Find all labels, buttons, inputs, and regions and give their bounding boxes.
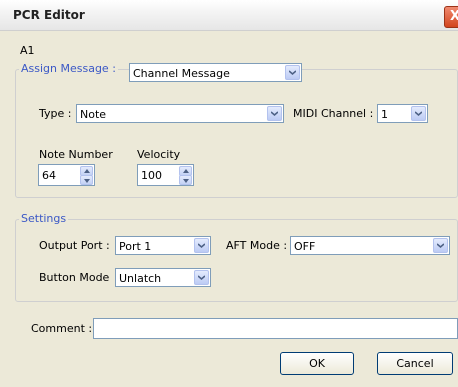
midi-channel-label: MIDI Channel :	[293, 107, 374, 120]
item-name: A1	[20, 44, 35, 57]
assign-message-value: Channel Message	[133, 67, 230, 80]
chevron-down-icon[interactable]	[433, 238, 448, 253]
settings-group	[15, 219, 458, 302]
button-mode-select[interactable]: Unlatch	[115, 268, 211, 287]
midi-channel-value: 1	[381, 108, 388, 121]
ok-button[interactable]: OK	[280, 352, 354, 375]
velocity-value: 100	[141, 169, 162, 182]
type-select[interactable]: Note	[76, 104, 284, 123]
aft-mode-value: OFF	[294, 240, 316, 253]
chevron-down-icon[interactable]	[411, 106, 426, 121]
spin-down-icon[interactable]	[179, 175, 192, 185]
output-port-label: Output Port :	[39, 239, 110, 252]
chevron-down-icon[interactable]	[194, 238, 209, 253]
button-mode-value: Unlatch	[119, 272, 162, 285]
midi-channel-select[interactable]: 1	[377, 104, 428, 123]
spin-down-icon[interactable]	[80, 175, 93, 185]
type-value: Note	[80, 108, 107, 121]
ok-button-label: OK	[309, 357, 325, 370]
settings-legend: Settings	[19, 212, 69, 225]
cancel-button[interactable]: Cancel	[377, 352, 453, 375]
aft-mode-select[interactable]: OFF	[290, 236, 450, 255]
close-glyph: X	[449, 9, 458, 24]
close-icon[interactable]: X	[444, 6, 458, 28]
chevron-down-icon[interactable]	[194, 270, 209, 285]
title-bar: PCR Editor X	[0, 0, 458, 31]
comment-input[interactable]	[93, 318, 458, 339]
chevron-down-icon[interactable]	[267, 106, 282, 121]
comment-label: Comment :	[31, 322, 93, 335]
cancel-button-label: Cancel	[396, 357, 434, 370]
button-mode-label: Button Mode	[39, 271, 110, 284]
output-port-select[interactable]: Port 1	[115, 236, 211, 255]
chevron-down-icon[interactable]	[285, 65, 300, 80]
aft-mode-label: AFT Mode :	[226, 239, 288, 252]
note-number-input[interactable]: 64	[38, 164, 95, 186]
assign-message-label: Assign Message :	[19, 62, 118, 75]
window-title: PCR Editor	[13, 8, 85, 22]
type-label: Type :	[39, 107, 72, 120]
output-port-value: Port 1	[119, 240, 152, 253]
pcr-editor-dialog: PCR Editor X A1 Assign Message : Channel…	[0, 0, 458, 387]
note-number-label: Note Number	[39, 148, 113, 161]
velocity-input[interactable]: 100	[137, 164, 194, 186]
note-number-value: 64	[42, 169, 56, 182]
velocity-label: Velocity	[137, 148, 181, 161]
assign-message-select[interactable]: Channel Message	[129, 63, 302, 82]
